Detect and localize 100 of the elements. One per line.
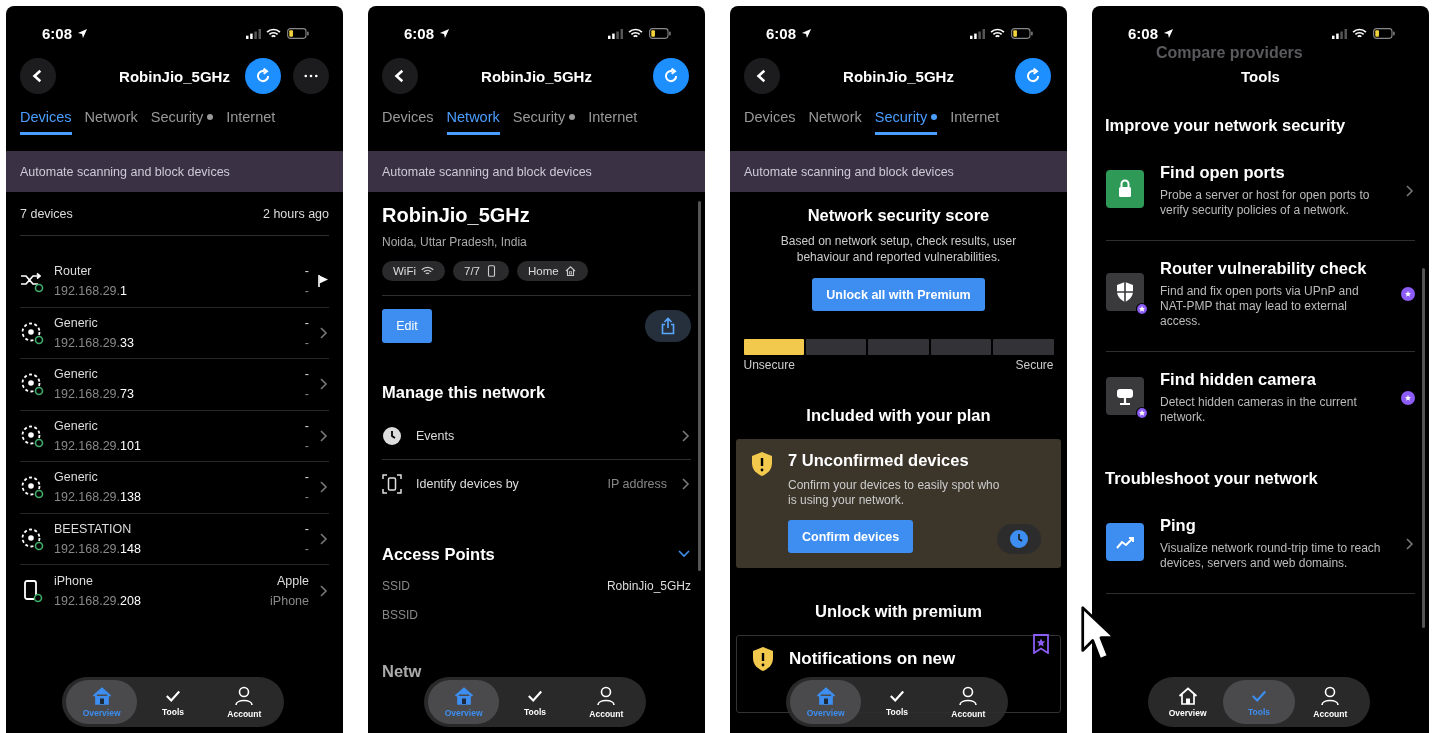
- nav-tab[interactable]: Account: [208, 680, 280, 724]
- chip-label: WiFi: [393, 265, 416, 277]
- tool-title: Find hidden camera: [1160, 370, 1317, 389]
- ip-address: 192.168.29.138: [54, 490, 142, 505]
- settings-row[interactable]: Identify devices by IP address: [382, 459, 691, 507]
- signal-icon: [608, 28, 623, 39]
- device-count: 7 devices: [20, 206, 73, 221]
- wifi-icon: [628, 28, 643, 39]
- dotted-circle-icon: [20, 320, 44, 345]
- device-model: -: [304, 335, 309, 350]
- device-vendor: Apple: [277, 573, 309, 588]
- device-row[interactable]: iPhone 192.168.29.208 Apple iPhone: [20, 565, 329, 617]
- tab[interactable]: Internet: [226, 106, 276, 135]
- warning-shield-icon: [750, 451, 774, 477]
- tab[interactable]: Internet: [588, 106, 638, 135]
- flag-icon: [317, 274, 329, 289]
- nav-tab[interactable]: Overview: [1152, 680, 1224, 724]
- share-button[interactable]: [645, 310, 691, 342]
- refresh-button[interactable]: [245, 58, 281, 94]
- more-icon: [304, 74, 318, 78]
- device-vendor: -: [304, 367, 309, 382]
- tab[interactable]: Devices: [744, 106, 796, 135]
- status-time: 6:08: [1128, 25, 1159, 42]
- location-icon: [1163, 28, 1175, 39]
- nav-tab[interactable]: Account: [570, 680, 642, 724]
- chevron-right-icon: [317, 325, 329, 340]
- shield-icon: [1106, 273, 1148, 315]
- tab[interactable]: Network: [446, 106, 500, 135]
- home-icon: [815, 686, 836, 705]
- tool-row[interactable]: Router vulnerability check Find and fix open ports via UPnP and NAT-PMP that may lead to external access.: [1106, 241, 1415, 352]
- chevron-right-icon: [317, 377, 329, 392]
- status-time: 6:08: [404, 25, 435, 42]
- promo-banner[interactable]: Automate scanning and block devices: [730, 151, 1067, 192]
- nav-tab[interactable]: Tools: [137, 680, 209, 724]
- tab[interactable]: Network: [808, 106, 862, 135]
- tab[interactable]: Devices: [20, 106, 72, 135]
- back-button[interactable]: [744, 58, 780, 94]
- section-heading: Unlock with premium: [815, 602, 982, 621]
- device-row[interactable]: Generic 192.168.29.138 - -: [20, 462, 329, 514]
- tool-row[interactable]: Find hidden camera Detect hidden cameras in the current network.: [1106, 352, 1415, 447]
- wifi-icon: [990, 28, 1005, 39]
- back-button[interactable]: [382, 58, 418, 94]
- chip-label: Home: [528, 265, 559, 277]
- tab[interactable]: Devices: [382, 106, 434, 135]
- device-row[interactable]: Generic 192.168.29.73 - -: [20, 359, 329, 411]
- clock-icon[interactable]: [997, 524, 1041, 554]
- settings-row[interactable]: Events: [382, 412, 691, 459]
- nav-tab[interactable]: Tools: [499, 680, 571, 724]
- device-row[interactable]: BEESTATION 192.168.29.148 - -: [20, 513, 329, 565]
- signal-icon: [1332, 28, 1347, 39]
- chevron-right-icon: [679, 476, 691, 491]
- house-icon: [563, 265, 577, 277]
- nav-tab[interactable]: Tools: [861, 680, 933, 724]
- device-name: Generic: [54, 367, 99, 382]
- card-description: Confirm your devices to easily spot who is using your network.: [788, 478, 1001, 508]
- home-icon: [1177, 686, 1198, 705]
- nav-tab[interactable]: Account: [932, 680, 1004, 724]
- device-row[interactable]: Generic 192.168.29.101 - -: [20, 410, 329, 462]
- chip-label: 7/7: [464, 265, 480, 277]
- promo-banner[interactable]: Automate scanning and block devices: [6, 151, 343, 192]
- dotted-circle-icon: [20, 475, 44, 500]
- tool-row[interactable]: Ping Visualize network round-trip time to reach devices, servers and web domains.: [1106, 498, 1415, 594]
- person-icon: [958, 685, 979, 706]
- chevron-down-icon[interactable]: [677, 548, 691, 558]
- promo-banner[interactable]: Automate scanning and block devices: [368, 151, 705, 192]
- network-name: RobinJio_5GHz: [382, 204, 531, 227]
- chevron-right-icon: [317, 531, 329, 546]
- signal-icon: [970, 28, 985, 39]
- tool-description: Find and fix open ports via UPnP and NAT-PMP that may lead to external access.: [1160, 284, 1360, 329]
- signal-icon: [246, 28, 261, 39]
- nav-tab[interactable]: Account: [1294, 680, 1366, 724]
- refresh-button[interactable]: [1015, 58, 1051, 94]
- tool-description: Probe a server or host for open ports to verify security policies of a network.: [1160, 188, 1371, 218]
- location-icon: [77, 28, 89, 39]
- tab[interactable]: Network: [84, 106, 138, 135]
- back-button[interactable]: [20, 58, 56, 94]
- device-name: BEESTATION: [54, 521, 133, 536]
- section-heading: Netw: [382, 662, 423, 681]
- scrollbar[interactable]: [1422, 268, 1425, 628]
- refresh-button[interactable]: [653, 58, 689, 94]
- device-model: -: [304, 438, 309, 453]
- person-icon: [1320, 685, 1341, 706]
- card-title: Notifications on new: [789, 649, 956, 669]
- device-row[interactable]: Router 192.168.29.1 - -: [20, 256, 329, 308]
- scrollbar[interactable]: [698, 201, 701, 571]
- device-row[interactable]: Generic 192.168.29.33 - -: [20, 307, 329, 359]
- device-model: -: [304, 284, 309, 299]
- tab[interactable]: Internet: [950, 106, 1000, 135]
- tool-row[interactable]: Find open ports Probe a server or host for open ports to verify security policies of a network.: [1106, 145, 1415, 241]
- tab[interactable]: Security: [512, 106, 576, 135]
- tab[interactable]: Security: [874, 106, 938, 135]
- tab[interactable]: Security: [150, 106, 214, 135]
- network-location: Noida, Uttar Pradesh, India: [382, 235, 528, 249]
- warning-shield-icon: [751, 646, 775, 672]
- location-icon: [439, 28, 451, 39]
- tool-title: Ping: [1160, 516, 1197, 535]
- phone-icon: [485, 265, 498, 277]
- clock-icon: [382, 425, 402, 446]
- dotted-circle-icon: [20, 423, 44, 448]
- row-label: Identify devices by: [416, 476, 520, 491]
